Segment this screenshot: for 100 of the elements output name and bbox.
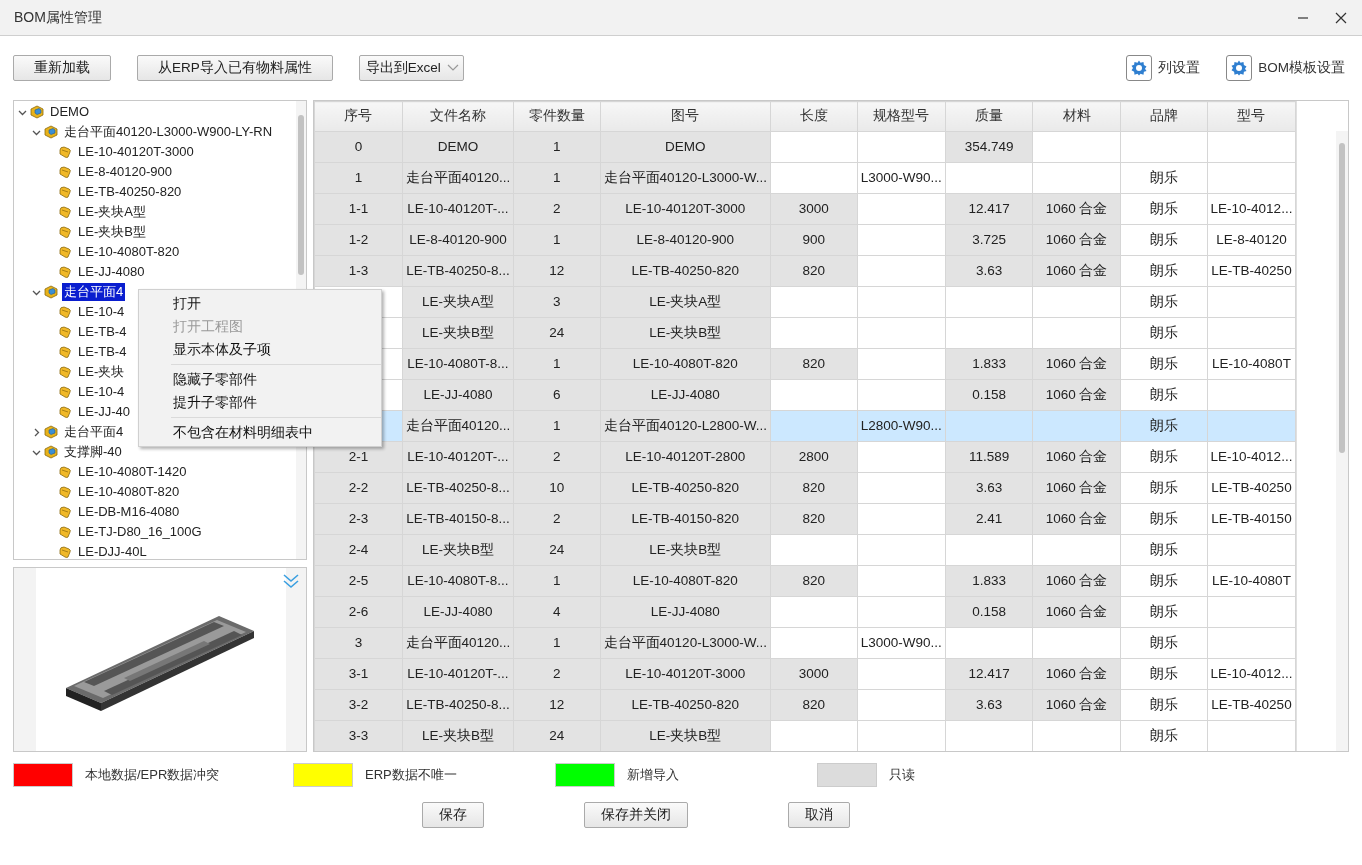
table-cell: 走台平面40120... [402,627,514,659]
table-cell: 朗乐 [1120,720,1208,751]
table-cell: LE-TB-40150-8... [402,503,514,535]
table-cell: 1060 合金 [1032,689,1121,721]
table-cell: 2 [513,658,601,690]
table-cell: LE-TB-40250 [1207,255,1296,287]
table-cell: 朗乐 [1120,503,1208,535]
table-cell: 1 [513,348,601,380]
table-cell: 3000 [770,658,858,690]
table-cell: LE-10-40120T-2800 [600,441,771,473]
table-cell: 1.833 [945,565,1033,597]
table-cell: 3000 [770,193,858,225]
table-cell: 0.158 [945,379,1033,411]
table-cell: LE-TB-40150-820 [600,503,771,535]
table-cell: 3-2 [314,689,403,721]
table-cell: 820 [770,503,858,535]
table-cell: LE-夹块A型 [402,286,514,318]
table-cell: LE-10-4012... [1207,193,1296,225]
table-cell: L3000-W90... [857,627,946,659]
table-cell: LE-10-40120T-... [402,441,514,473]
table-cell: LE-10-40120T-3000 [600,193,771,225]
table-cell: 朗乐 [1120,472,1208,504]
table-cell: 走台平面40120... [402,162,514,194]
table-cell: 2-4 [314,534,403,566]
table-cell: 3.63 [945,689,1033,721]
table-cell: LE-TB-40250-820 [600,472,771,504]
table-cell: LE-10-4012... [1207,441,1296,473]
table-cell: 11.589 [945,441,1033,473]
table-cell: 3 [513,286,601,318]
table-cell: 1-1 [314,193,403,225]
table-cell: 24 [513,317,601,349]
table-cell: LE-TB-40250-8... [402,472,514,504]
table-cell: 2.41 [945,503,1033,535]
table-cell: LE-夹块B型 [600,534,771,566]
table-cell: LE-8-40120-900 [402,224,514,256]
legend-label: 新增导入 [627,766,679,785]
table-cell: 820 [770,348,858,380]
table-cell: 1060 合金 [1032,472,1121,504]
table-cell: 1060 合金 [1032,658,1121,690]
table-cell: DEMO [600,131,771,163]
table-cell: LE-夹块A型 [600,286,771,318]
table-cell: 900 [770,224,858,256]
table-cell: LE-JJ-4080 [402,379,514,411]
table-cell: LE-夹块B型 [402,317,514,349]
table-cell: 朗乐 [1120,286,1208,318]
table-cell: 朗乐 [1120,193,1208,225]
table-cell: 走台平面40120-L3000-W... [600,162,771,194]
table-cell: LE-10-40120T-... [402,193,514,225]
table-cell: LE-JJ-4080 [600,379,771,411]
table-cell: 820 [770,255,858,287]
table-cell: 1-3 [314,255,403,287]
table-cell: LE-10-4080T [1207,348,1296,380]
table-cell: 朗乐 [1120,565,1208,597]
table-cell: 3.63 [945,472,1033,504]
legend-label: 本地数据/EPR数据冲突 [85,766,220,785]
table-cell: 1060 合金 [1032,565,1121,597]
table-cell: 走台平面40120-L2800-W... [600,410,771,442]
table-cell: 走台平面40120-L3000-W... [600,627,771,659]
table-cell: 12 [513,255,601,287]
table-cell: 朗乐 [1120,658,1208,690]
table-cell: LE-10-4080T-8... [402,565,514,597]
table-cell: 2-5 [314,565,403,597]
table-cell: 1.833 [945,348,1033,380]
table-cell: 2 [513,441,601,473]
table-cell: 1060 合金 [1032,255,1121,287]
table-cell: 2-2 [314,472,403,504]
table-cell: 1 [513,224,601,256]
table-cell: LE-TB-40250-8... [402,689,514,721]
table-cell: LE-JJ-4080 [600,596,771,628]
legend-label: 只读 [889,766,915,785]
table-cell: 2800 [770,441,858,473]
table-cell: 朗乐 [1120,348,1208,380]
table-cell: 4 [513,596,601,628]
table-cell: 朗乐 [1120,317,1208,349]
table-cell: 820 [770,472,858,504]
table-cell: 820 [770,689,858,721]
table-cell: 2 [513,503,601,535]
table-cell: 1060 合金 [1032,379,1121,411]
table-cell: LE-10-4080T-8... [402,348,514,380]
table-cell: 朗乐 [1120,627,1208,659]
table-cell: 1060 合金 [1032,503,1121,535]
table-cell: 12.417 [945,658,1033,690]
table-cell: 朗乐 [1120,596,1208,628]
table-cell: LE-JJ-4080 [402,596,514,628]
table-cell: 24 [513,720,601,751]
table-cell: LE-夹块B型 [600,317,771,349]
table-cell: 1060 合金 [1032,441,1121,473]
table-cell: 2-3 [314,503,403,535]
table-cell: LE-8-40120-900 [600,224,771,256]
table-cell: 3-3 [314,720,403,751]
table-cell: LE-TB-40250-8... [402,255,514,287]
table-cell: 820 [770,565,858,597]
table-cell: 1060 合金 [1032,596,1121,628]
window-title: BOM属性管理 [14,8,103,27]
table-cell: 走台平面40120... [402,410,514,442]
table-cell: 朗乐 [1120,689,1208,721]
table-cell: LE-10-4080T-820 [600,348,771,380]
table-cell: LE-10-4012... [1207,658,1296,690]
table-cell: 10 [513,472,601,504]
table-cell: 0 [314,131,403,163]
